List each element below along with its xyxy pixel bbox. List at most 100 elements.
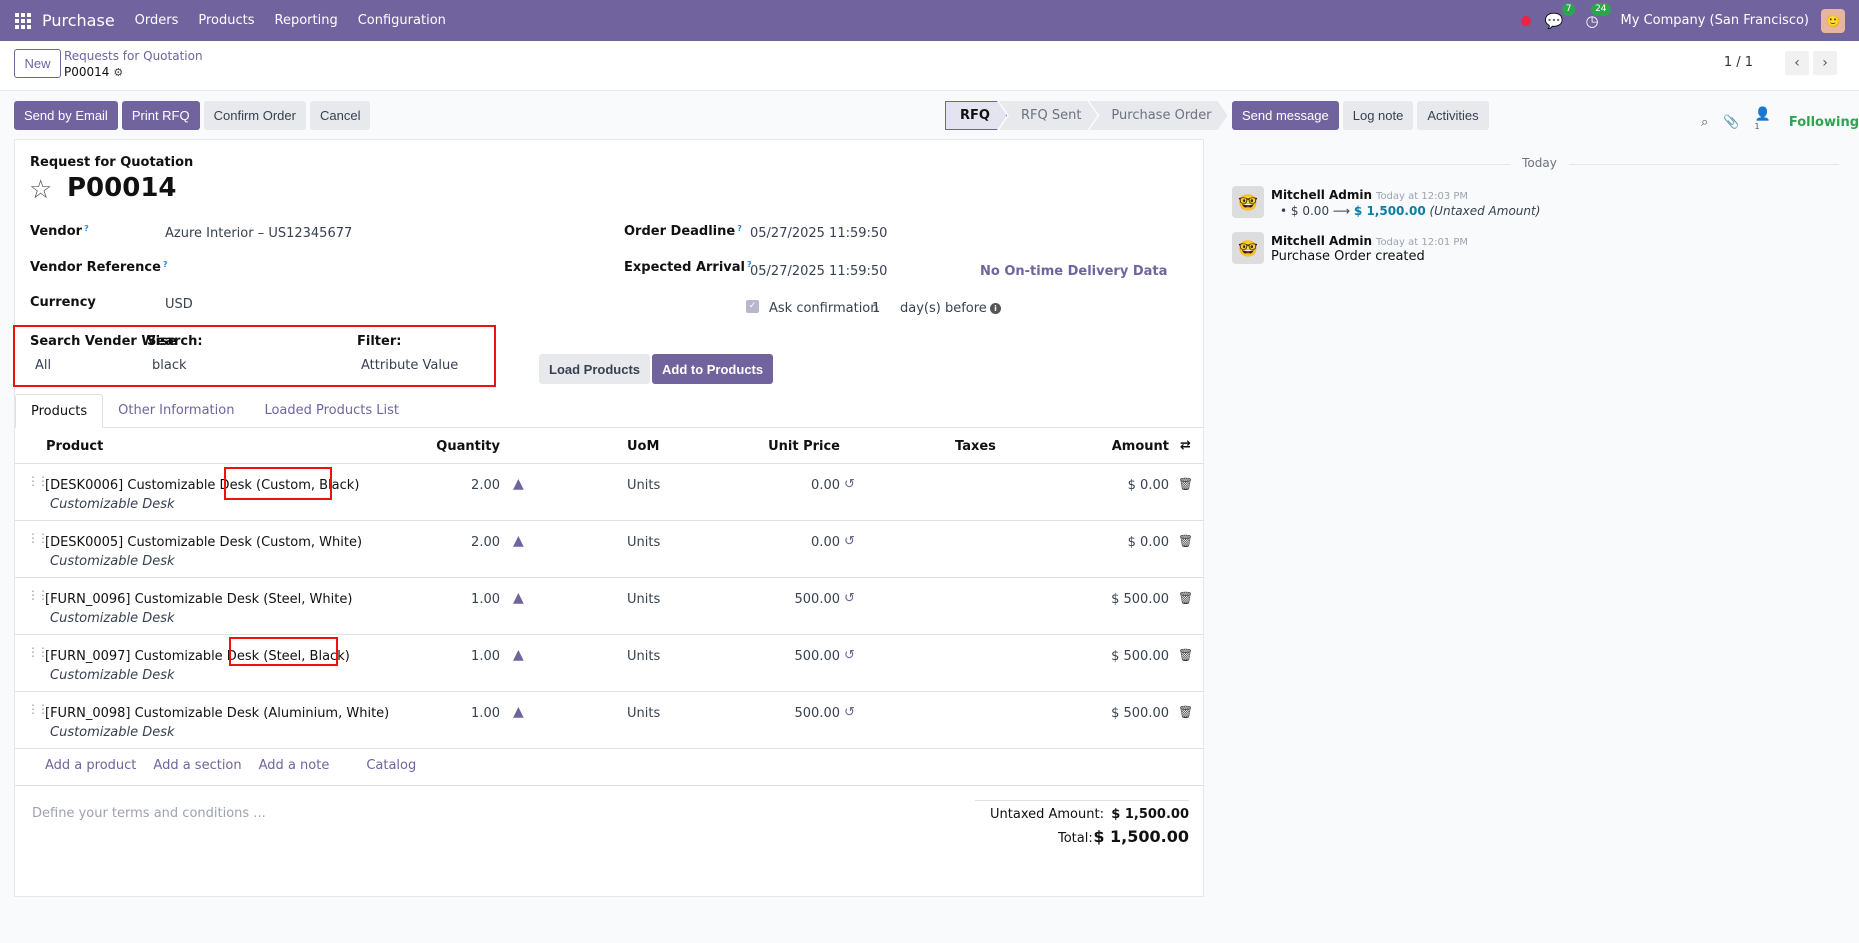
following-button[interactable]: Following [1789, 115, 1859, 130]
star-icon[interactable]: ☆ [29, 175, 52, 205]
drag-handle-icon[interactable]: ⋮⋮ [27, 645, 49, 659]
reset-icon[interactable]: ↺ [844, 591, 855, 606]
confirm-order-button[interactable]: Confirm Order [203, 101, 306, 130]
send-by-email-button[interactable]: Send by Email [14, 101, 118, 130]
trash-icon[interactable]: 🗑 [1178, 477, 1193, 491]
add-to-products-button[interactable]: Add to Products [652, 354, 774, 384]
app-brand[interactable]: Purchase [42, 11, 115, 30]
forecast-chart-icon[interactable]: ▲ [513, 476, 524, 492]
drag-handle-icon[interactable]: ⋮⋮ [27, 588, 49, 602]
table-row[interactable]: ⋮⋮ [FURN_0096] Customizable Desk (Steel,… [15, 578, 1204, 635]
menu-reporting[interactable]: Reporting [275, 13, 338, 28]
quantity[interactable]: 2.00 [385, 478, 500, 493]
optional-columns-icon[interactable]: ⇄ [1180, 438, 1191, 453]
status-rfq[interactable]: RFQ [945, 101, 1007, 130]
add-product-link[interactable]: Add a product [45, 758, 136, 773]
quantity[interactable]: 1.00 [385, 592, 500, 607]
reset-icon[interactable]: ↺ [844, 477, 855, 492]
activity-clock-icon[interactable]: ◷ 24 [1585, 2, 1611, 30]
search-icon[interactable]: ⌕ [1701, 115, 1708, 130]
product-description[interactable]: Customizable Desk [50, 611, 175, 626]
tab-loaded-products-list[interactable]: Loaded Products List [249, 394, 414, 428]
drag-handle-icon[interactable]: ⋮⋮ [27, 531, 49, 545]
pager-prev-icon[interactable]: ‹ [1785, 51, 1809, 75]
forecast-chart-icon[interactable]: ▲ [513, 704, 524, 720]
forecast-chart-icon[interactable]: ▲ [513, 590, 524, 606]
unit-price[interactable]: 500.00 [680, 649, 841, 664]
author-avatar[interactable]: 🤓 [1232, 186, 1264, 218]
trash-icon[interactable]: 🗑 [1178, 648, 1193, 662]
company-switcher[interactable]: My Company (San Francisco) [1621, 13, 1809, 28]
reset-icon[interactable]: ↺ [844, 534, 855, 549]
uom[interactable]: Units [627, 535, 660, 550]
on-time-delivery-link[interactable]: No On-time Delivery Data [980, 264, 1167, 279]
terms-field[interactable]: Define your terms and conditions ... [32, 806, 266, 821]
uom[interactable]: Units [627, 592, 660, 607]
apps-menu-icon[interactable] [15, 12, 31, 29]
col-amount[interactable]: Amount [1065, 439, 1169, 454]
col-uom[interactable]: UoM [627, 439, 659, 454]
user-avatar[interactable]: 🙂 [1821, 8, 1845, 33]
chat-icon[interactable]: 💬 7 [1545, 2, 1576, 30]
pager-next-icon[interactable]: › [1813, 51, 1837, 75]
menu-orders[interactable]: Orders [135, 13, 179, 28]
ask-days-field[interactable]: 1 [872, 301, 880, 316]
expected-arrival-field[interactable]: 05/27/2025 11:59:50 [750, 264, 887, 279]
status-rfq-sent[interactable]: RFQ Sent [999, 101, 1097, 130]
product-description[interactable]: Customizable Desk [50, 554, 175, 569]
unit-price[interactable]: 500.00 [680, 592, 841, 607]
quantity[interactable]: 1.00 [385, 706, 500, 721]
product-description[interactable]: Customizable Desk [50, 725, 175, 740]
reset-icon[interactable]: ↺ [844, 648, 855, 663]
add-section-link[interactable]: Add a section [153, 758, 241, 773]
tab-products[interactable]: Products [15, 394, 104, 428]
quantity[interactable]: 1.00 [385, 649, 500, 664]
menu-products[interactable]: Products [198, 13, 254, 28]
table-row[interactable]: ⋮⋮ [DESK0006] Customizable Desk (Custom,… [15, 464, 1204, 521]
table-row[interactable]: ⋮⋮ [DESK0005] Customizable Desk (Custom,… [15, 521, 1204, 578]
quantity[interactable]: 2.00 [385, 535, 500, 550]
currency-field[interactable]: USD [165, 297, 193, 312]
cancel-button[interactable]: Cancel [309, 101, 371, 130]
order-deadline-field[interactable]: 05/27/2025 11:59:50 [750, 226, 887, 241]
drag-handle-icon[interactable]: ⋮⋮ [27, 474, 49, 488]
load-products-button[interactable]: Load Products [539, 354, 651, 384]
col-taxes[interactable]: Taxes [955, 439, 996, 454]
unit-price[interactable]: 0.00 [680, 535, 840, 550]
menu-configuration[interactable]: Configuration [358, 13, 446, 28]
table-row[interactable]: ⋮⋮ [FURN_0097] Customizable Desk (Steel,… [15, 635, 1204, 692]
send-message-button[interactable]: Send message [1232, 101, 1339, 130]
drag-handle-icon[interactable]: ⋮⋮ [27, 702, 49, 716]
uom[interactable]: Units [627, 706, 660, 721]
trash-icon[interactable]: 🗑 [1178, 591, 1193, 605]
activities-button[interactable]: Activities [1417, 101, 1489, 130]
new-button[interactable]: New [14, 49, 61, 78]
product-name[interactable]: [DESK0005] Customizable Desk (Custom, Wh… [45, 535, 362, 550]
paperclip-icon[interactable]: 📎 [1723, 115, 1739, 130]
vendor-field[interactable]: Azure Interior – US12345677 [165, 226, 352, 241]
col-unit-price[interactable]: Unit Price [715, 439, 840, 454]
forecast-chart-icon[interactable]: ▲ [513, 533, 524, 549]
col-quantity[interactable]: Quantity [415, 439, 500, 454]
trash-icon[interactable]: 🗑 [1178, 705, 1193, 719]
print-rfq-button[interactable]: Print RFQ [121, 101, 200, 130]
gear-icon[interactable]: ⚙ [113, 66, 123, 79]
catalog-link[interactable]: Catalog [366, 758, 416, 773]
forecast-chart-icon[interactable]: ▲ [513, 647, 524, 663]
info-icon[interactable]: i [990, 303, 1001, 314]
tab-other-information[interactable]: Other Information [103, 394, 249, 428]
product-name[interactable]: [FURN_0096] Customizable Desk (Steel, Wh… [45, 592, 352, 607]
log-note-button[interactable]: Log note [1342, 101, 1414, 130]
uom[interactable]: Units [627, 478, 660, 493]
unit-price[interactable]: 0.00 [680, 478, 840, 493]
status-purchase-order[interactable]: Purchase Order [1089, 101, 1227, 130]
product-name[interactable]: [FURN_0098] Customizable Desk (Aluminium… [45, 706, 389, 721]
trash-icon[interactable]: 🗑 [1178, 534, 1193, 548]
unit-price[interactable]: 500.00 [680, 706, 841, 721]
product-description[interactable]: Customizable Desk [50, 497, 175, 512]
author-avatar[interactable]: 🤓 [1232, 232, 1264, 264]
product-description[interactable]: Customizable Desk [50, 668, 175, 683]
breadcrumb-parent[interactable]: Requests for Quotation [64, 49, 203, 63]
pager-value[interactable]: 1 / 1 [1724, 55, 1753, 70]
add-note-link[interactable]: Add a note [259, 758, 330, 773]
